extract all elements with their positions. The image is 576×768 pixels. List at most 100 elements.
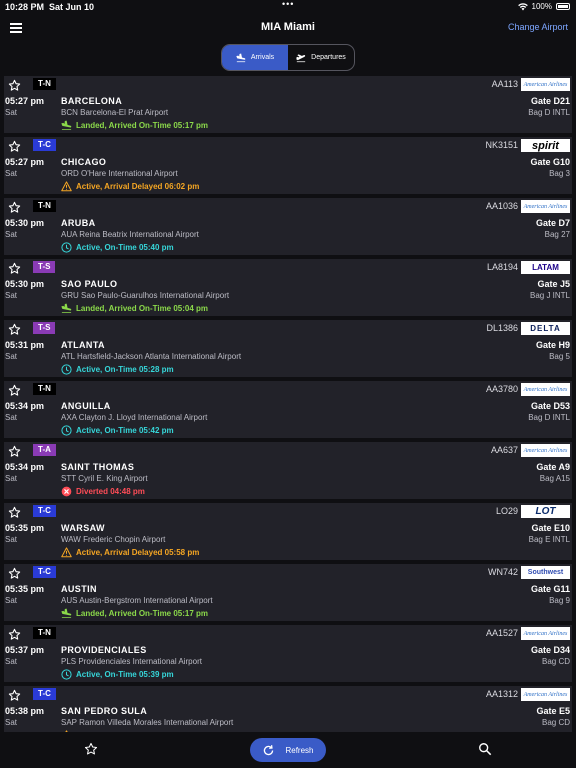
favorite-star-icon[interactable] <box>8 140 21 153</box>
tab-departures[interactable]: Departures <box>288 45 354 70</box>
gate-label: Gate G11 <box>530 584 570 594</box>
origin-airport: STT Cyril E. King Airport <box>61 474 148 483</box>
flight-status: Active, Arrival Delayed 06:02 pm <box>61 181 199 192</box>
flight-status: Active, On-Time 05:40 pm <box>61 242 174 253</box>
clock-icon <box>61 242 72 253</box>
refresh-label: Refresh <box>285 745 314 755</box>
day-label: Sat <box>5 108 18 117</box>
scheduled-time: 05:38 pm <box>5 706 45 716</box>
flight-status: Landed, Arrived On-Time 05:17 pm <box>61 608 208 619</box>
day-label: Sat <box>5 718 18 727</box>
page-title: MIA Miami <box>261 21 315 33</box>
favorite-star-icon[interactable] <box>8 201 21 214</box>
scheduled-time: 05:27 pm <box>5 96 45 106</box>
flight-row[interactable]: T-S 05:30 pm Sat SAO PAULO GRU Sao Paulo… <box>4 259 572 316</box>
origin-city: PROVIDENCIALES <box>61 645 147 655</box>
scheduled-time: 05:27 pm <box>5 157 45 167</box>
flight-number: NK3151 <box>485 140 518 150</box>
flight-number: AA637 <box>490 445 518 455</box>
day-label: Sat <box>5 474 18 483</box>
search-icon[interactable] <box>478 742 492 756</box>
favorite-star-icon[interactable] <box>8 567 21 580</box>
airline-logo: American Airlines <box>521 627 570 640</box>
favorite-star-icon[interactable] <box>8 689 21 702</box>
flight-status-text: Active, Arrival Delayed 06:02 pm <box>76 182 200 191</box>
gate-label: Gate G10 <box>530 157 570 167</box>
flight-number: AA1527 <box>485 628 518 638</box>
menu-icon[interactable] <box>10 23 22 33</box>
terminal-badge: T-C <box>33 688 56 700</box>
origin-city: SAO PAULO <box>61 279 118 289</box>
scheduled-time: 05:34 pm <box>5 462 45 472</box>
flight-status-text: Active, On-Time 05:42 pm <box>76 426 174 435</box>
flight-status: Diverted 04:48 pm <box>61 486 145 497</box>
airline-logo: DELTA <box>521 322 570 335</box>
refresh-button[interactable]: Refresh <box>250 738 326 762</box>
flight-row[interactable]: T-N 05:34 pm Sat ANGUILLA AXA Clayton J.… <box>4 381 572 438</box>
origin-airport: ORD O'Hare International Airport <box>61 169 178 178</box>
flight-row[interactable]: T-C 05:27 pm Sat CHICAGO ORD O'Hare Inte… <box>4 137 572 194</box>
origin-airport: WAW Frederic Chopin Airport <box>61 535 166 544</box>
origin-airport: AUA Reina Beatrix International Airport <box>61 230 199 239</box>
change-airport-button[interactable]: Change Airport <box>508 22 568 32</box>
flight-number: AA1036 <box>485 201 518 211</box>
tab-arrivals-label: Arrivals <box>250 54 275 61</box>
day-label: Sat <box>5 596 18 605</box>
favorite-star-icon[interactable] <box>8 384 21 397</box>
baggage-label: Bag D INTL <box>528 108 570 117</box>
origin-city: SAINT THOMAS <box>61 462 135 472</box>
flight-row[interactable]: T-C 05:38 pm Sat SAN PEDRO SULA SAP Ramo… <box>4 686 572 732</box>
flight-status-text: Active, On-Time 05:28 pm <box>76 365 174 374</box>
airline-logo: LOT <box>521 505 570 518</box>
flight-row[interactable]: T-N 05:37 pm Sat PROVIDENCIALES PLS Prov… <box>4 625 572 682</box>
origin-city: WARSAW <box>61 523 105 533</box>
clock-icon <box>61 364 72 375</box>
refresh-icon <box>264 744 274 755</box>
flight-status: Active, On-Time 05:28 pm <box>61 364 174 375</box>
multitasking-dots[interactable]: ••• <box>282 0 294 9</box>
favorite-star-icon[interactable] <box>8 79 21 92</box>
favorites-star-icon[interactable] <box>84 742 98 756</box>
gate-label: Gate E5 <box>536 706 570 716</box>
favorite-star-icon[interactable] <box>8 323 21 336</box>
flight-status: Landed, Arrived On-Time 05:17 pm <box>61 120 208 131</box>
flight-row[interactable]: T-A 05:34 pm Sat SAINT THOMAS STT Cyril … <box>4 442 572 499</box>
gate-label: Gate E10 <box>531 523 570 533</box>
favorite-star-icon[interactable] <box>8 445 21 458</box>
flight-number: DL1386 <box>486 323 518 333</box>
terminal-badge: T-N <box>33 383 56 395</box>
airline-logo: American Airlines <box>521 688 570 701</box>
favorite-star-icon[interactable] <box>8 262 21 275</box>
flight-row[interactable]: T-C 05:35 pm Sat WARSAW WAW Frederic Cho… <box>4 503 572 560</box>
flight-row[interactable]: T-N 05:30 pm Sat ARUBA AUA Reina Beatrix… <box>4 198 572 255</box>
origin-airport: GRU Sao Paulo-Guarulhos International Ai… <box>61 291 230 300</box>
day-label: Sat <box>5 413 18 422</box>
terminal-badge: T-S <box>33 322 56 334</box>
flight-number: AA113 <box>491 79 518 89</box>
flight-row[interactable]: T-C 05:35 pm Sat AUSTIN AUS Austin-Bergs… <box>4 564 572 621</box>
flight-number: WN742 <box>487 567 518 577</box>
day-label: Sat <box>5 291 18 300</box>
battery-percent: 100% <box>531 2 552 11</box>
baggage-label: Bag 5 <box>549 352 570 361</box>
origin-city: BARCELONA <box>61 96 123 106</box>
scheduled-time: 05:30 pm <box>5 279 45 289</box>
airline-logo: American Airlines <box>521 78 570 91</box>
origin-city: AUSTIN <box>61 584 97 594</box>
airline-logo: American Airlines <box>521 444 570 457</box>
clock-icon <box>61 669 72 680</box>
baggage-label: Bag 3 <box>549 169 570 178</box>
gate-label: Gate D7 <box>535 218 570 228</box>
terminal-badge: T-N <box>33 627 56 639</box>
favorite-star-icon[interactable] <box>8 628 21 641</box>
favorite-star-icon[interactable] <box>8 506 21 519</box>
gate-label: Gate D53 <box>530 401 570 411</box>
terminal-badge: T-N <box>33 78 56 90</box>
airline-logo: LATAM <box>521 261 570 274</box>
flight-row[interactable]: T-S 05:31 pm Sat ATLANTA ATL Hartsfield-… <box>4 320 572 377</box>
flight-row[interactable]: T-N 05:27 pm Sat BARCELONA BCN Barcelona… <box>4 76 572 133</box>
baggage-label: Bag CD <box>541 718 570 727</box>
gate-label: Gate J5 <box>537 279 570 289</box>
flight-status-text: Active, On-Time 05:40 pm <box>76 243 174 252</box>
tab-arrivals[interactable]: Arrivals <box>222 45 288 70</box>
